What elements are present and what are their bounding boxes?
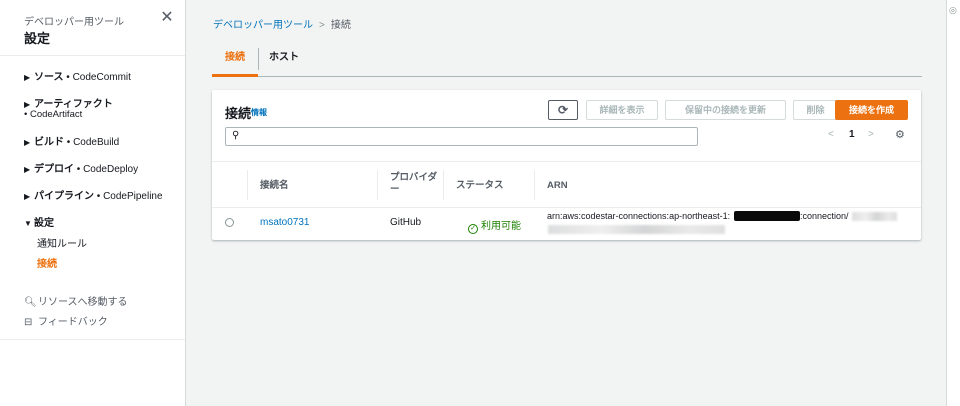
column-divider bbox=[377, 170, 378, 200]
check-circle-icon: ✓ bbox=[468, 224, 478, 234]
column-divider bbox=[443, 170, 444, 200]
right-rail: ◎ bbox=[946, 0, 960, 406]
view-details-button[interactable]: 詳細を表示 bbox=[586, 100, 658, 120]
column-divider bbox=[534, 170, 535, 200]
table-row[interactable]: msato0731 GitHub ✓ 利用可能 arn:aws:codestar-… bbox=[212, 208, 921, 240]
column-divider bbox=[247, 170, 248, 200]
tab-bar: 接続 ホスト bbox=[212, 46, 922, 77]
create-connection-button[interactable]: 接続を作成 bbox=[835, 100, 908, 120]
arn-prefix: arn:aws:codestar-connections:ap-northeas… bbox=[547, 211, 731, 221]
redacted-account-id bbox=[734, 211, 800, 221]
tab-hosts[interactable]: ホスト bbox=[259, 46, 309, 77]
connections-panel: 接続 情報 ⟳ 詳細を表示 保留中の接続を更新 削除 接続を作成 ⚲ < 1 >… bbox=[212, 90, 921, 240]
sidebar-item-notification-rules[interactable]: 通知ルール bbox=[37, 235, 87, 250]
triangle-right-icon: ▶ bbox=[24, 73, 31, 82]
sidebar-group-artifacts[interactable]: ▶ アーティファクト bbox=[24, 95, 113, 110]
refresh-icon: ⟳ bbox=[557, 103, 569, 117]
column-header-provider[interactable]: プロバイダー bbox=[390, 172, 440, 196]
search-input[interactable] bbox=[246, 129, 694, 144]
panel-title: 接続 bbox=[225, 106, 252, 121]
chevron-right-icon: > bbox=[319, 20, 325, 31]
refresh-button[interactable]: ⟳ bbox=[548, 100, 578, 120]
sidebar-group-deploy[interactable]: ▶ デプロイ • CodeDeploy bbox=[24, 160, 138, 175]
row-select-radio[interactable] bbox=[225, 218, 234, 227]
arn-connection-label: :connection/ bbox=[800, 211, 849, 221]
status-cell: ✓ 利用可能 bbox=[468, 217, 521, 234]
breadcrumb-current: 接続 bbox=[330, 20, 351, 31]
breadcrumb: デベロッパー用ツール > 接続 bbox=[213, 16, 351, 31]
pagination-page[interactable]: 1 bbox=[849, 129, 855, 140]
update-pending-connection-button[interactable]: 保留中の接続を更新 bbox=[665, 100, 786, 120]
triangle-right-icon: ▶ bbox=[24, 165, 31, 174]
redacted-connection-id bbox=[852, 212, 897, 221]
sidebar-title: 設定 bbox=[24, 31, 51, 46]
connection-name-link[interactable]: msato0731 bbox=[260, 217, 309, 228]
triangle-right-icon: ▶ bbox=[24, 138, 31, 147]
search-field[interactable]: ⚲ bbox=[225, 127, 698, 146]
redacted-connection-id-cont bbox=[548, 225, 725, 234]
delete-button[interactable]: 削除 bbox=[793, 100, 838, 120]
provider-cell: GitHub bbox=[390, 217, 422, 228]
pagination-next-icon[interactable]: > bbox=[868, 129, 874, 140]
sidebar-item-connections[interactable]: 接続 bbox=[37, 255, 57, 270]
sidebar-group-source[interactable]: ▶ ソース • CodeCommit bbox=[24, 68, 131, 83]
navigation-sidebar: デベロッパー用ツール 設定 ✕ ▶ ソース • CodeCommit ▶ アーティフ… bbox=[0, 0, 186, 406]
search-icon: 🔍︎ bbox=[24, 297, 37, 308]
settings-icon[interactable]: ◎ bbox=[949, 5, 957, 16]
column-header-arn[interactable]: ARN bbox=[547, 180, 568, 192]
tab-connections[interactable]: 接続 bbox=[212, 46, 258, 77]
triangle-down-icon: ▼ bbox=[24, 219, 32, 228]
table-header: 接続名 プロバイダー ステータス ARN bbox=[212, 161, 921, 208]
info-link[interactable]: 情報 bbox=[251, 107, 267, 118]
triangle-right-icon: ▶ bbox=[24, 192, 31, 201]
sidebar-go-to-resource[interactable]: 🔍︎リソースへ移動する bbox=[24, 293, 128, 308]
sidebar-group-build[interactable]: ▶ ビルド • CodeBuild bbox=[24, 133, 119, 148]
gear-icon[interactable]: ⚙ bbox=[895, 128, 905, 141]
column-header-name[interactable]: 接続名 bbox=[260, 180, 289, 192]
sidebar-group-pipeline[interactable]: ▶ パイプライン • CodePipeline bbox=[24, 187, 163, 202]
close-icon[interactable]: ✕ bbox=[158, 9, 176, 27]
search-icon: ⚲ bbox=[232, 130, 240, 141]
sidebar-divider bbox=[0, 339, 185, 340]
sidebar-group-artifacts-service: • CodeArtifact bbox=[24, 109, 83, 120]
sidebar-service-name: デベロッパー用ツール bbox=[24, 17, 124, 28]
feedback-icon: ⊟ bbox=[24, 317, 33, 328]
breadcrumb-link-developer-tools[interactable]: デベロッパー用ツール bbox=[213, 20, 313, 31]
triangle-right-icon: ▶ bbox=[24, 100, 31, 109]
sidebar-group-settings[interactable]: ▼ 設定 bbox=[24, 214, 54, 229]
column-header-status[interactable]: ステータス bbox=[456, 180, 504, 192]
sidebar-header: デベロッパー用ツール 設定 ✕ bbox=[0, 0, 185, 56]
sidebar-feedback[interactable]: ⊟ フィードバック bbox=[24, 313, 108, 328]
pagination-previous-icon[interactable]: < bbox=[828, 129, 834, 140]
